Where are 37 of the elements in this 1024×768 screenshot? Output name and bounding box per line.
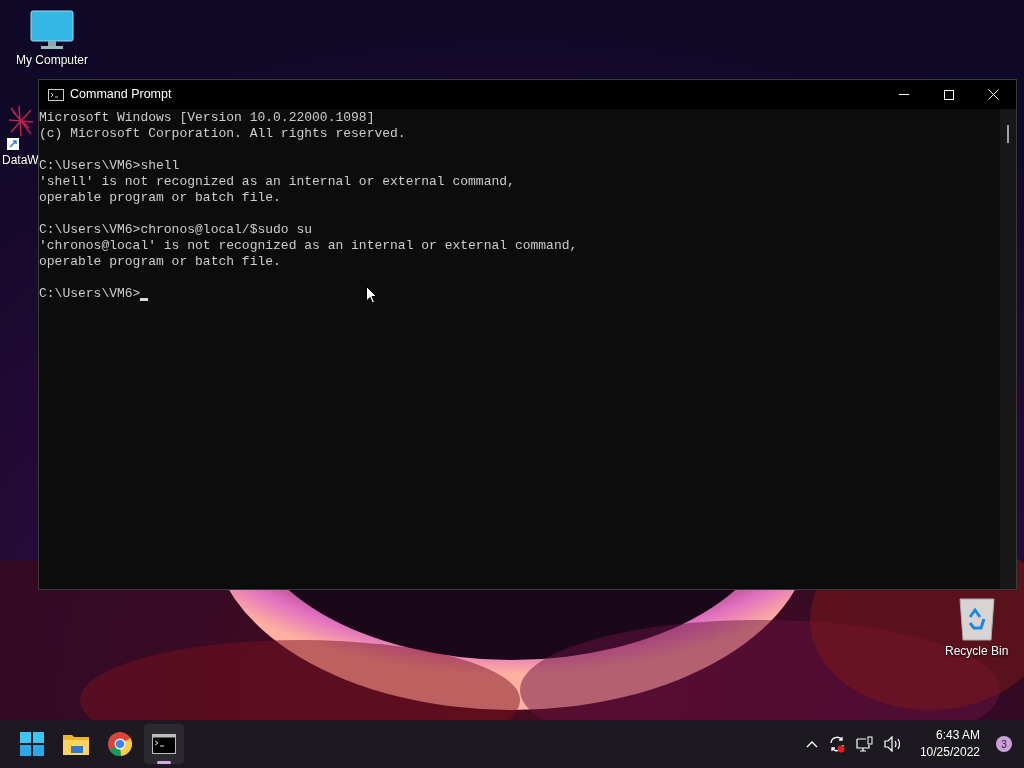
terminal-icon — [152, 734, 176, 754]
window-title: Command Prompt — [70, 86, 172, 104]
scrollbar-thumb[interactable] — [1007, 125, 1009, 143]
monitor-icon — [30, 10, 74, 50]
console-line: 'shell' is not recognized as an internal or external command, — [39, 174, 516, 190]
console-line: (c) Microsoft Corporation. All rights reserved. — [39, 126, 407, 142]
notification-count[interactable]: 3 — [996, 736, 1012, 752]
console-line: C:\Users\VM6>shell — [39, 158, 181, 174]
shortcut-icon — [7, 106, 34, 150]
clock[interactable]: 6:43 AM 10/25/2022 — [919, 727, 980, 761]
browser-icon — [108, 732, 132, 756]
scrollbar[interactable] — [1000, 109, 1016, 589]
minimize-icon — [898, 94, 909, 95]
desktop-icon-label[interactable]: Recycle Bin — [945, 645, 1009, 657]
text-cursor — [140, 298, 149, 301]
sync-icon[interactable] — [827, 735, 846, 753]
maximize-icon — [943, 89, 954, 100]
running-indicator — [157, 761, 171, 764]
recycle-bin-icon — [957, 597, 996, 641]
console-line: Microsoft Windows [Version 10.0.22000.1098] — [39, 110, 376, 126]
desktop-icon-label[interactable]: DataW — [2, 154, 39, 166]
terminal-icon — [48, 88, 64, 101]
console-prompt: C:\Users\VM6> — [39, 286, 141, 302]
desktop-icon-label[interactable]: My Computer — [16, 54, 89, 66]
console-line: C:\Users\VM6>chronos@local/$sudo su — [39, 222, 314, 238]
network-icon[interactable] — [855, 735, 874, 753]
clock-date: 10/25/2022 — [919, 744, 980, 761]
console-line: operable program or batch file. — [39, 254, 282, 270]
console-line: operable program or batch file. — [39, 190, 282, 206]
clock-time: 6:43 AM — [935, 727, 980, 744]
folder-icon — [63, 733, 89, 755]
chevron-up-icon[interactable] — [805, 740, 818, 748]
windows-start-icon — [20, 732, 44, 756]
mouse-pointer-icon — [366, 286, 377, 304]
close-icon — [988, 89, 999, 100]
taskbar-app-button[interactable] — [144, 724, 184, 764]
console-line: 'chronos@local' is not recognized as an internal or external command, — [39, 238, 579, 254]
